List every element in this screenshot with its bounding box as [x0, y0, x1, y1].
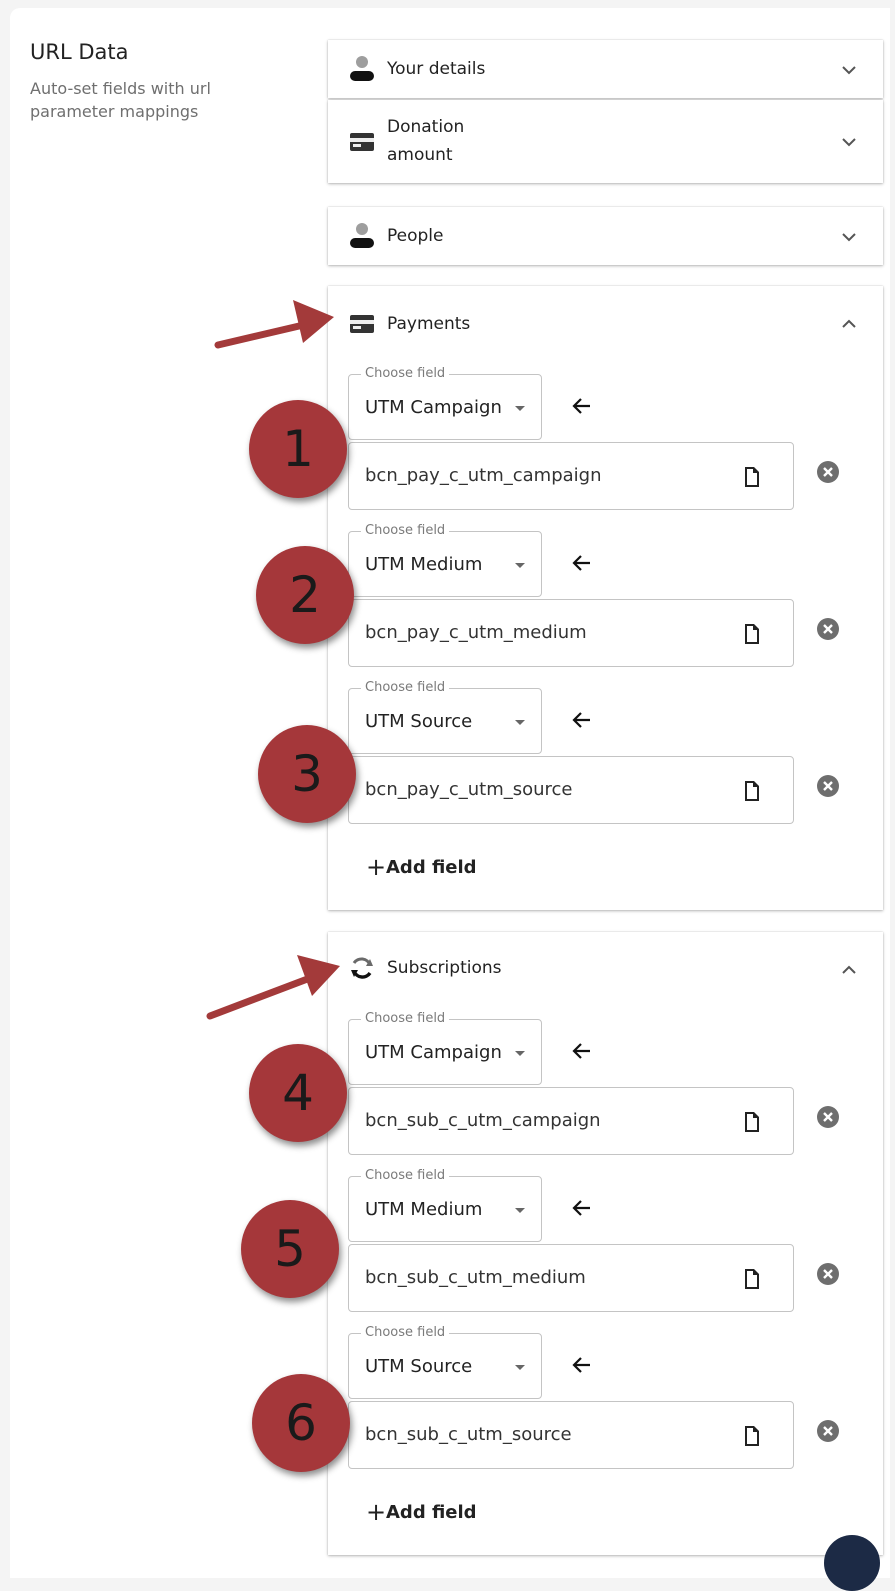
selected-field-value: UTM Medium — [365, 554, 483, 575]
subscriptions-title: Subscriptions — [387, 958, 502, 978]
your-details-section[interactable]: Your details — [328, 40, 883, 98]
choose-field-select[interactable]: Choose field UTM Source — [348, 1324, 542, 1399]
your-details-title: Your details — [387, 59, 486, 79]
donation-amount-title: Donation amount — [387, 117, 465, 165]
choose-field-legend: Choose field — [361, 1010, 450, 1028]
arrow-left-icon — [572, 555, 590, 571]
chevron-up-icon[interactable] — [841, 962, 857, 978]
copy-icon[interactable] — [741, 1267, 761, 1291]
payments-title: Payments — [387, 314, 471, 334]
url-parameter-field[interactable]: bcn_sub_c_utm_medium — [348, 1244, 794, 1312]
remove-icon[interactable] — [816, 1262, 840, 1286]
url-parameter-field[interactable]: bcn_sub_c_utm_source — [348, 1401, 794, 1469]
dropdown-arrow-icon — [515, 1208, 525, 1213]
choose-field-legend: Choose field — [361, 679, 450, 697]
annotation-badge: 2 — [256, 546, 354, 644]
floating-action-button[interactable] — [824, 1535, 880, 1591]
people-section[interactable]: People — [328, 207, 883, 265]
remove-icon[interactable] — [816, 460, 840, 484]
arrow-left-icon — [572, 1200, 590, 1216]
choose-field-legend: Choose field — [361, 522, 450, 540]
credit-card-icon — [350, 315, 374, 333]
chevron-up-icon[interactable] — [841, 316, 857, 332]
choose-field-select[interactable]: Choose field UTM Campaign — [348, 1010, 542, 1085]
choose-field-select[interactable]: Choose field UTM Source — [348, 679, 542, 754]
annotation-badge: 6 — [252, 1374, 350, 1472]
person-icon — [350, 56, 374, 81]
copy-icon[interactable] — [741, 1110, 761, 1134]
add-field-button[interactable]: +Add field — [366, 855, 477, 880]
selected-field-value: UTM Campaign — [365, 397, 502, 418]
url-parameter-field[interactable]: bcn_sub_c_utm_campaign — [348, 1087, 794, 1155]
copy-icon[interactable] — [741, 465, 761, 489]
people-title: People — [387, 226, 444, 246]
annotation-badge: 5 — [241, 1200, 339, 1298]
url-parameter-value: bcn_pay_c_utm_source — [365, 779, 573, 800]
annotation-badge: 4 — [249, 1044, 347, 1142]
copy-icon[interactable] — [741, 622, 761, 646]
choose-field-select[interactable]: Choose field UTM Campaign — [348, 365, 542, 440]
url-parameter-field[interactable]: bcn_pay_c_utm_medium — [348, 599, 794, 667]
url-parameter-field[interactable]: bcn_pay_c_utm_source — [348, 756, 794, 824]
dropdown-arrow-icon — [515, 1051, 525, 1056]
selected-field-value: UTM Medium — [365, 1199, 483, 1220]
choose-field-legend: Choose field — [361, 365, 450, 383]
copy-icon[interactable] — [741, 779, 761, 803]
annotation-badge: 1 — [249, 400, 347, 498]
arrow-left-icon — [572, 1357, 590, 1373]
url-parameter-value: bcn_sub_c_utm_medium — [365, 1267, 586, 1288]
dropdown-arrow-icon — [515, 563, 525, 568]
url-parameter-value: bcn_sub_c_utm_campaign — [365, 1110, 601, 1131]
url-parameter-value: bcn_pay_c_utm_campaign — [365, 465, 602, 486]
dropdown-arrow-icon — [515, 1365, 525, 1370]
dropdown-arrow-icon — [515, 406, 525, 411]
chevron-down-icon[interactable] — [841, 229, 857, 245]
arrow-left-icon — [572, 1043, 590, 1059]
selected-field-value: UTM Source — [365, 711, 473, 732]
credit-card-icon — [350, 133, 374, 151]
choose-field-select[interactable]: Choose field UTM Medium — [348, 522, 542, 597]
choose-field-select[interactable]: Choose field UTM Medium — [348, 1167, 542, 1242]
remove-icon[interactable] — [816, 1105, 840, 1129]
url-parameter-value: bcn_sub_c_utm_source — [365, 1424, 572, 1445]
remove-icon[interactable] — [816, 1419, 840, 1443]
url-parameter-field[interactable]: bcn_pay_c_utm_campaign — [348, 442, 794, 510]
arrow-left-icon — [572, 712, 590, 728]
remove-icon[interactable] — [816, 617, 840, 641]
url-parameter-value: bcn_pay_c_utm_medium — [365, 622, 587, 643]
donation-amount-section[interactable]: Donation amount — [328, 100, 883, 183]
arrow-left-icon — [572, 398, 590, 414]
url-data-description: Auto-set fields with url parameter mappi… — [30, 79, 211, 121]
selected-field-value: UTM Source — [365, 1356, 473, 1377]
choose-field-legend: Choose field — [361, 1324, 450, 1342]
plus-icon: + — [366, 1498, 387, 1526]
chevron-down-icon[interactable] — [841, 62, 857, 78]
add-field-button[interactable]: +Add field — [366, 1500, 477, 1525]
selected-field-value: UTM Campaign — [365, 1042, 502, 1063]
plus-icon: + — [366, 853, 387, 881]
copy-icon[interactable] — [741, 1424, 761, 1448]
url-data-title: URL Data — [30, 40, 129, 64]
person-icon — [350, 223, 374, 248]
dropdown-arrow-icon — [515, 720, 525, 725]
annotation-badge: 3 — [258, 725, 356, 823]
choose-field-legend: Choose field — [361, 1167, 450, 1185]
sync-icon — [351, 957, 373, 979]
chevron-down-icon[interactable] — [841, 134, 857, 150]
remove-icon[interactable] — [816, 774, 840, 798]
